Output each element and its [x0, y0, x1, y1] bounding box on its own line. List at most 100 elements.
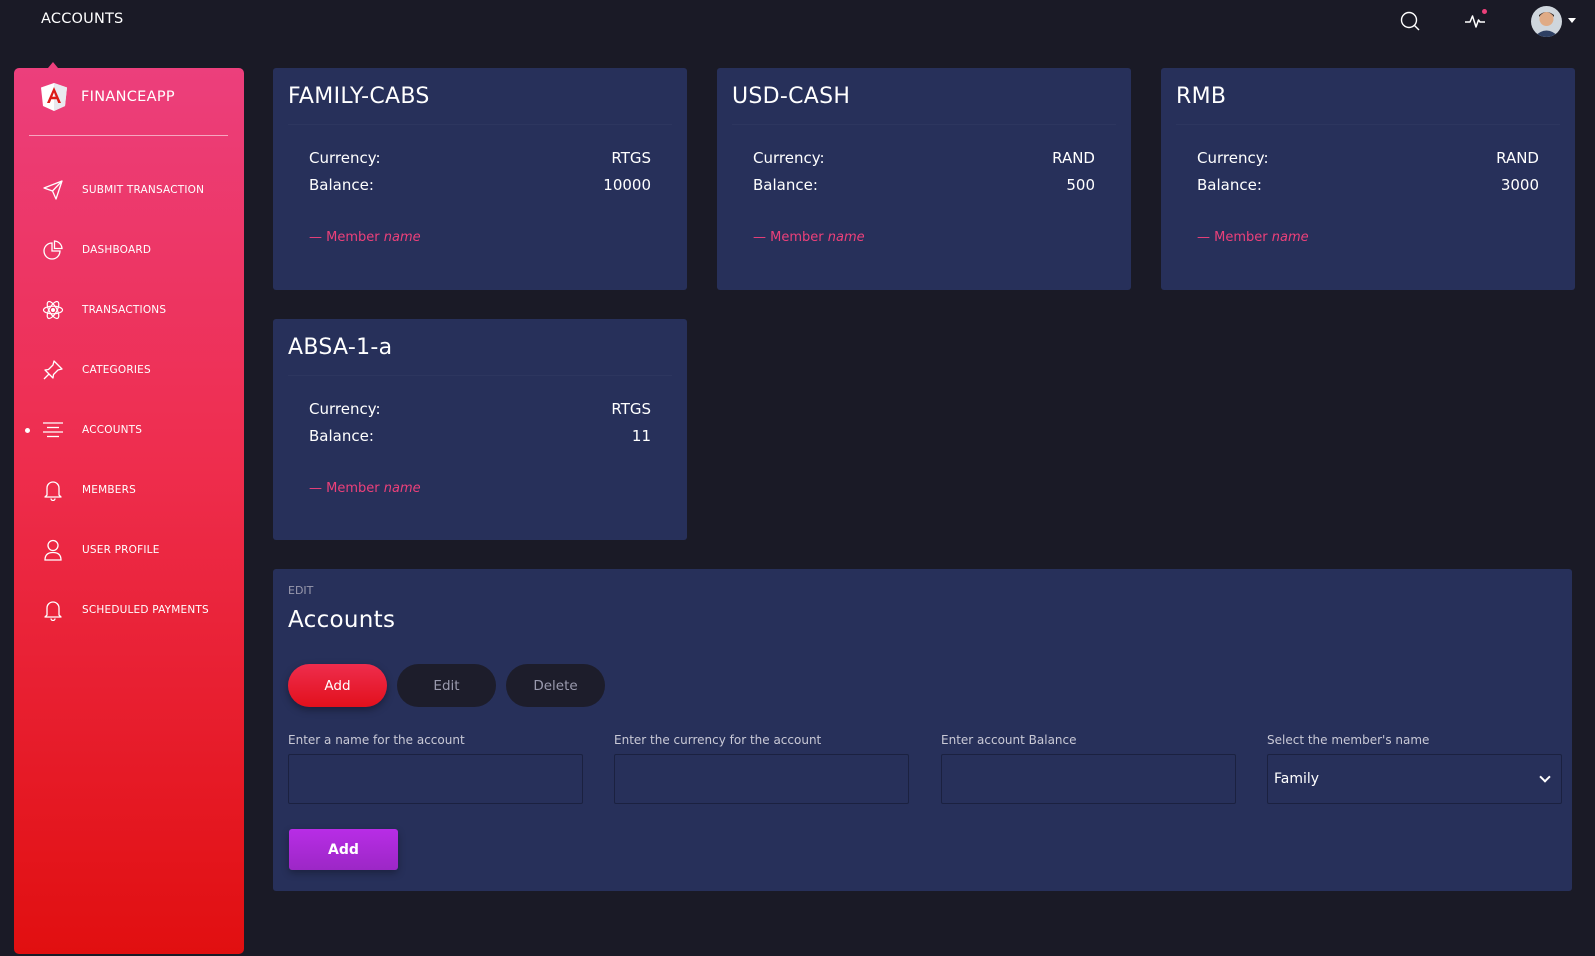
member-value: name — [1271, 230, 1309, 245]
brand[interactable]: FINANCEAPP — [40, 82, 175, 112]
balance-value: 3000 — [1500, 176, 1539, 194]
sidebar-item-label: MEMBERS — [82, 484, 136, 496]
balance-row: Balance: 3000 — [1197, 176, 1539, 194]
sidebar-item-label: TRANSACTIONS — [82, 304, 167, 316]
notification-dot — [1482, 9, 1487, 14]
currency-value: RAND — [1052, 149, 1095, 167]
avatar[interactable] — [1531, 6, 1562, 37]
pin-icon — [42, 359, 64, 381]
account-name: USD-CASH — [732, 84, 851, 109]
angular-logo — [41, 83, 67, 111]
chevron-down-icon[interactable] — [1568, 18, 1576, 23]
currency-value: RAND — [1496, 149, 1539, 167]
sidebar-item-label: SUBMIT TRANSACTION — [82, 184, 205, 196]
tab-edit[interactable]: Edit — [397, 664, 496, 707]
member-prefix: Member — [326, 230, 380, 245]
pie-chart-icon — [42, 239, 64, 261]
member-name: — Member name — [309, 230, 421, 245]
sidebar-item-label: ACCOUNTS — [82, 424, 143, 436]
sidebar-item-dashboard[interactable]: DASHBOARD — [14, 220, 244, 280]
user-icon — [42, 539, 64, 561]
member-prefix: Member — [770, 230, 824, 245]
card-divider — [1176, 124, 1560, 125]
card-divider — [288, 124, 672, 125]
balance-label: Balance: — [753, 176, 818, 194]
send-icon — [42, 179, 64, 201]
currency-field: Enter the currency for the account — [614, 733, 909, 804]
account-name-input[interactable] — [288, 754, 583, 804]
sidebar-nav: SUBMIT TRANSACTION DASHBOARD TRANSACTION… — [14, 160, 244, 640]
currency-label: Currency: — [753, 149, 825, 167]
account-card: ABSA-1-a Currency: RTGS Balance: 11 — Me… — [273, 319, 687, 540]
bell-icon — [42, 479, 64, 501]
chevron-down-icon — [1539, 771, 1551, 783]
sidebar-item-label: SCHEDULED PAYMENTS — [82, 604, 209, 616]
currency-row: Currency: RTGS — [309, 149, 651, 167]
member-value: name — [383, 481, 421, 496]
account-card: FAMILY-CABS Currency: RTGS Balance: 1000… — [273, 68, 687, 290]
balance-label: Balance: — [1197, 176, 1262, 194]
atom-icon — [42, 299, 64, 321]
sidebar: FINANCEAPP SUBMIT TRANSACTION DASHBOARD — [14, 68, 244, 954]
member-value: name — [827, 230, 865, 245]
balance-label: Balance: — [309, 176, 374, 194]
top-navbar: ACCOUNTS — [0, 0, 1595, 42]
currency-row: Currency: RTGS — [309, 400, 651, 418]
sidebar-item-categories[interactable]: CATEGORIES — [14, 340, 244, 400]
sidebar-item-label: CATEGORIES — [82, 364, 151, 376]
sidebar-item-accounts[interactable]: ACCOUNTS — [14, 400, 244, 460]
balance-row: Balance: 500 — [753, 176, 1095, 194]
balance-row: Balance: 11 — [309, 427, 651, 445]
tab-delete[interactable]: Delete — [506, 664, 605, 707]
balance-input[interactable] — [941, 754, 1236, 804]
member-prefix: Member — [1214, 230, 1268, 245]
member-select-value: Family — [1274, 771, 1320, 787]
search-icon[interactable] — [1395, 6, 1425, 36]
member-name: — Member name — [309, 481, 421, 496]
balance-value: 500 — [1066, 176, 1095, 194]
account-name: ABSA-1-a — [288, 335, 393, 360]
balance-value: 11 — [631, 427, 651, 445]
currency-label: Currency: — [309, 149, 381, 167]
activity-icon[interactable] — [1460, 6, 1490, 36]
balance-value: 10000 — [603, 176, 651, 194]
sidebar-item-label: DASHBOARD — [82, 244, 152, 256]
member-select[interactable]: Family — [1267, 754, 1562, 804]
sidebar-item-scheduled-payments[interactable]: SCHEDULED PAYMENTS — [14, 580, 244, 640]
member-value: name — [383, 230, 421, 245]
active-indicator — [25, 428, 30, 433]
balance-row: Balance: 10000 — [309, 176, 651, 194]
member-name: — Member name — [1197, 230, 1309, 245]
add-account-button[interactable]: Add — [289, 829, 398, 870]
align-center-icon — [42, 419, 64, 441]
card-divider — [288, 375, 672, 376]
currency-row: Currency: RAND — [753, 149, 1095, 167]
tab-add[interactable]: Add — [288, 664, 387, 707]
mode-tabs: Add Edit Delete — [288, 664, 615, 707]
sidebar-item-transactions[interactable]: TRANSACTIONS — [14, 280, 244, 340]
member-prefix: Member — [326, 481, 380, 496]
currency-value: RTGS — [611, 400, 651, 418]
sidebar-item-label: USER PROFILE — [82, 544, 160, 556]
account-name-field: Enter a name for the account — [288, 733, 583, 804]
edit-accounts-panel: EDIT Accounts Add Edit Delete Enter a na… — [273, 569, 1572, 891]
sidebar-item-user-profile[interactable]: USER PROFILE — [14, 520, 244, 580]
bell-icon — [42, 599, 64, 621]
member-select-label: Select the member's name — [1267, 733, 1430, 747]
currency-label: Enter the currency for the account — [614, 733, 822, 747]
balance-field: Enter account Balance — [941, 733, 1236, 804]
currency-label: Currency: — [1197, 149, 1269, 167]
brand-divider — [29, 135, 228, 136]
currency-label: Currency: — [309, 400, 381, 418]
account-name: RMB — [1176, 84, 1227, 109]
sidebar-item-members[interactable]: MEMBERS — [14, 460, 244, 520]
page-title: ACCOUNTS — [41, 11, 124, 27]
account-card: USD-CASH Currency: RAND Balance: 500 — M… — [717, 68, 1131, 290]
account-card: RMB Currency: RAND Balance: 3000 — Membe… — [1161, 68, 1575, 290]
panel-title: Accounts — [288, 607, 396, 633]
currency-input[interactable] — [614, 754, 909, 804]
panel-category: EDIT — [288, 584, 314, 597]
sidebar-item-submit-transaction[interactable]: SUBMIT TRANSACTION — [14, 160, 244, 220]
card-divider — [732, 124, 1116, 125]
member-field: Select the member's name Family — [1267, 733, 1562, 804]
